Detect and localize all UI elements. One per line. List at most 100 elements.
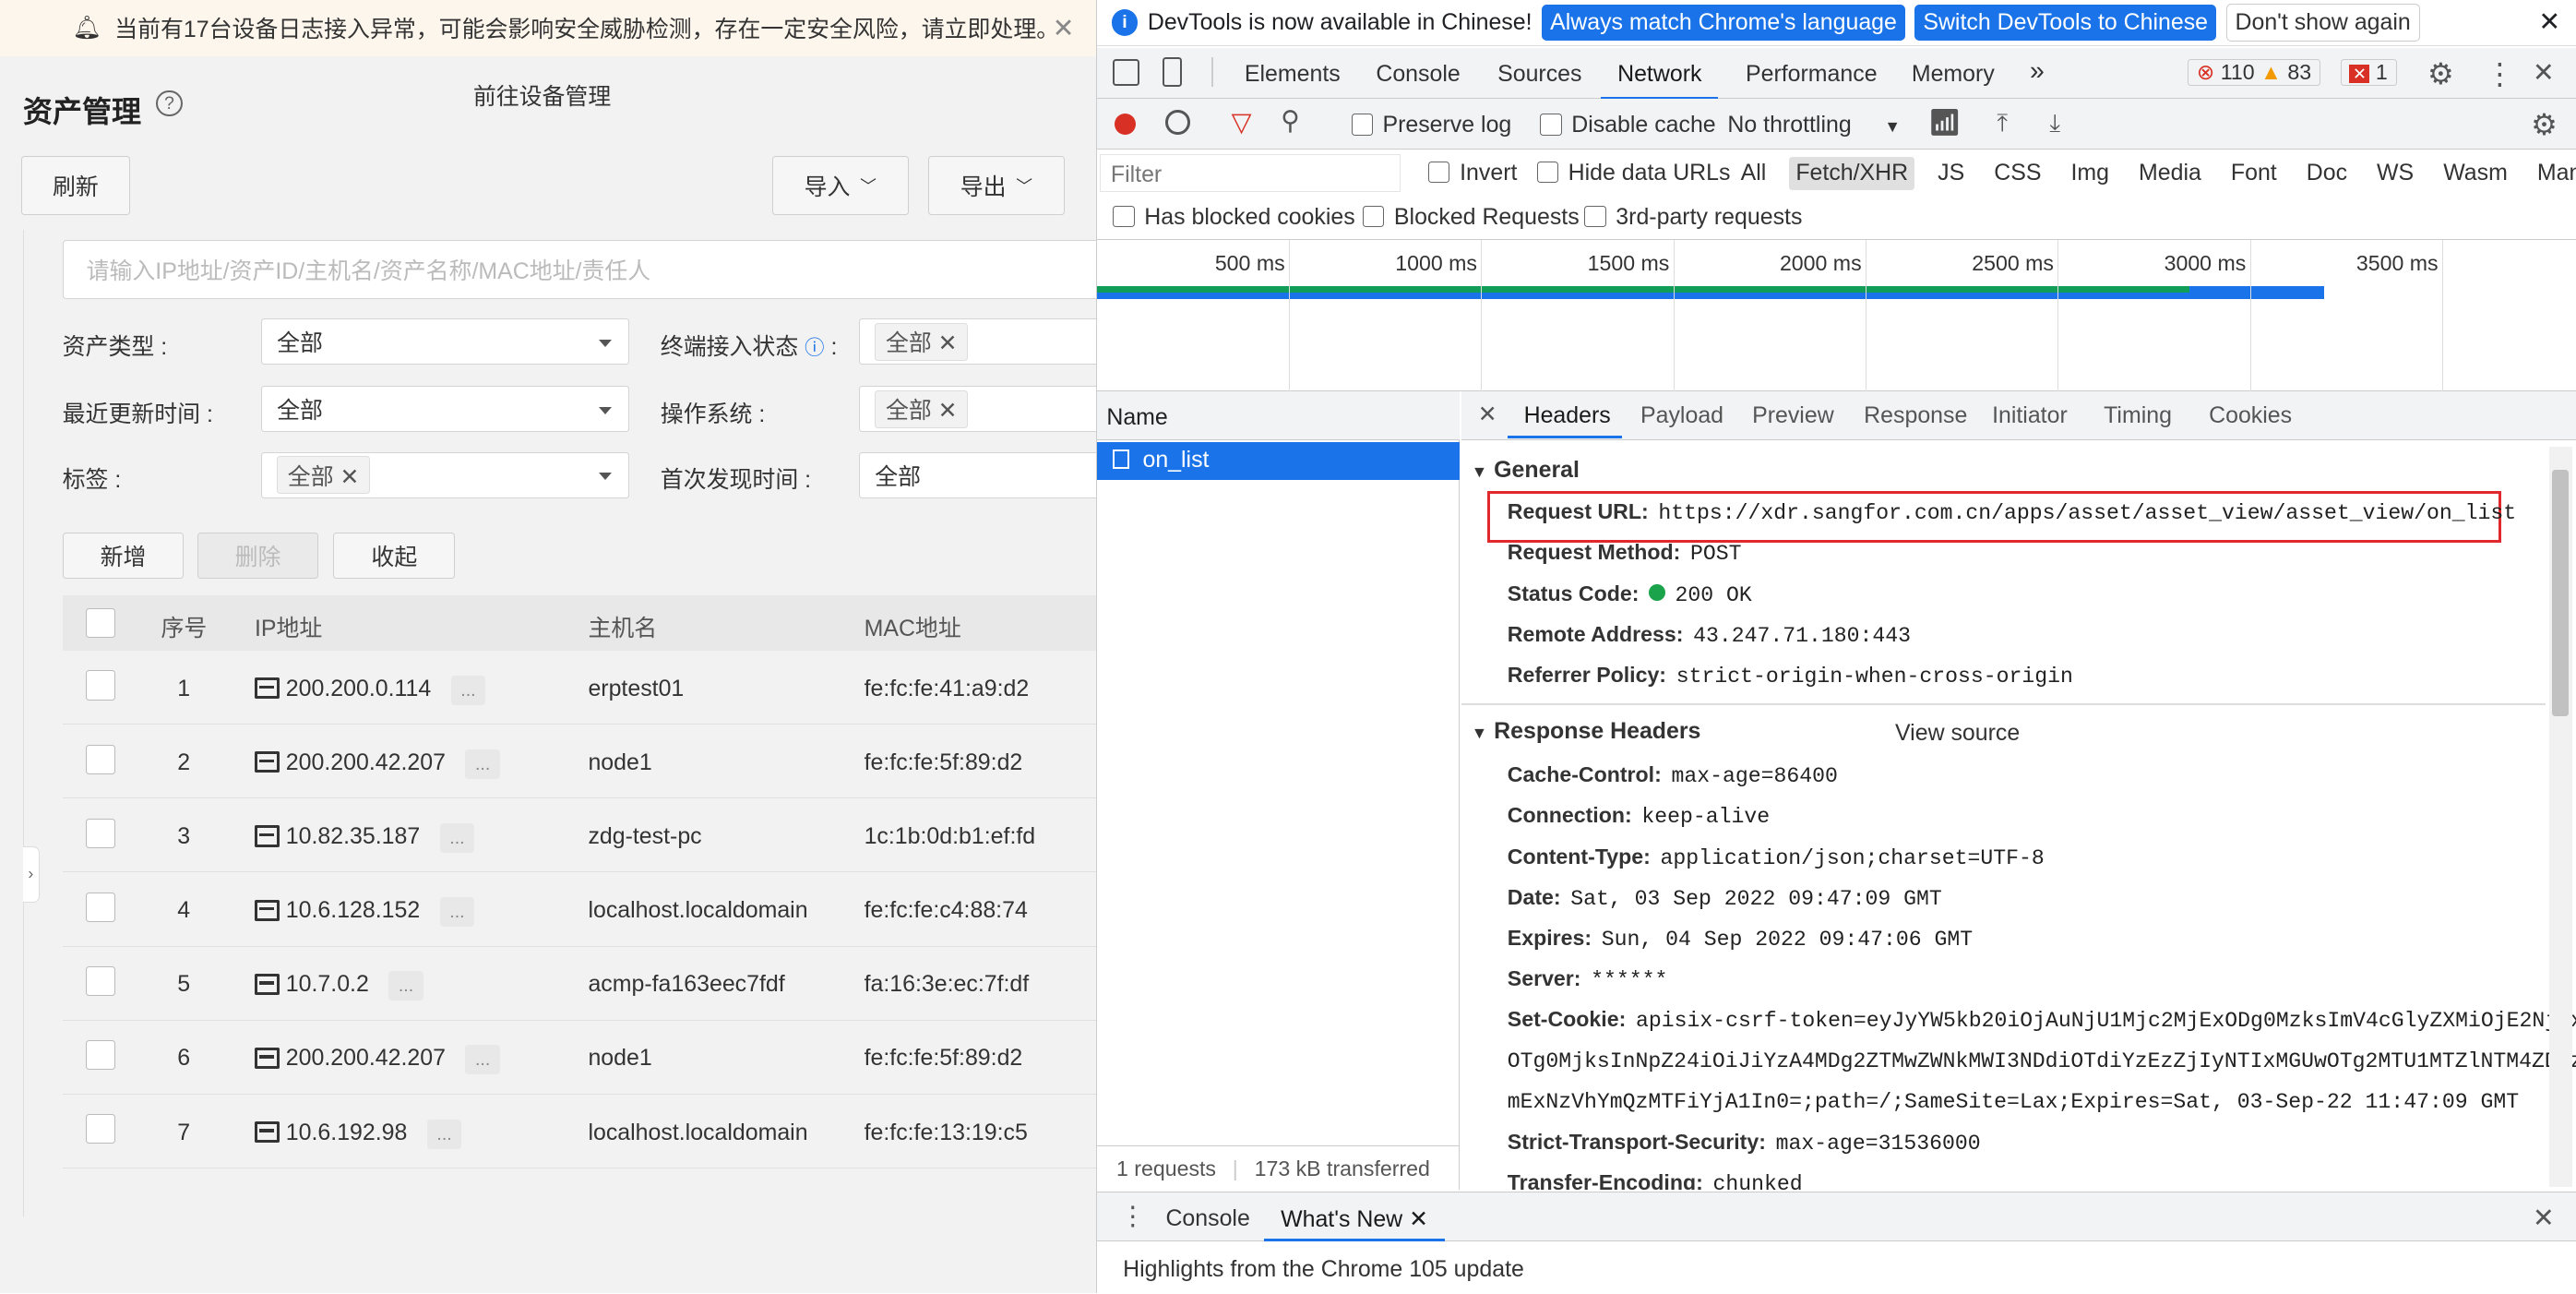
close-devtools-icon[interactable]: ✕ bbox=[2533, 57, 2555, 89]
type-filter-css[interactable]: CSS bbox=[1987, 157, 2047, 190]
detail-tab-headers[interactable]: Headers bbox=[1524, 402, 1611, 429]
search-icon[interactable]: ⚲ bbox=[1281, 105, 1300, 137]
export-button[interactable]: 导出 ﹀ bbox=[928, 156, 1065, 216]
blocked-cookies-checkbox[interactable] bbox=[1113, 206, 1135, 228]
name-column-header[interactable]: Name bbox=[1096, 390, 1461, 441]
type-filter-font[interactable]: Font bbox=[2224, 157, 2284, 190]
remove-tag-icon[interactable]: ✕ bbox=[938, 330, 958, 356]
first-found-select[interactable]: 全部 bbox=[859, 451, 1096, 498]
type-filter-js[interactable]: JS bbox=[1931, 157, 1971, 190]
issues-counter[interactable]: ✕ 1 bbox=[2340, 59, 2397, 87]
drawer-menu-icon[interactable]: ⋮ bbox=[1120, 1201, 1146, 1232]
dont-show-button[interactable]: Don't show again bbox=[2225, 3, 2420, 42]
row-checkbox[interactable] bbox=[85, 1114, 115, 1144]
type-filter-img[interactable]: Img bbox=[2064, 157, 2116, 190]
row-checkbox[interactable] bbox=[85, 818, 115, 848]
more-button[interactable]: ... bbox=[439, 897, 475, 928]
close-drawer-icon[interactable]: ✕ bbox=[2533, 1203, 2555, 1234]
updated-time-select[interactable]: 全部 bbox=[261, 386, 629, 433]
close-icon[interactable]: ✕ bbox=[2538, 6, 2560, 38]
invert-toggle[interactable]: Invert bbox=[1428, 160, 1517, 186]
detail-tab-cookies[interactable]: Cookies bbox=[2209, 402, 2292, 429]
preserve-log-toggle[interactable]: Preserve log bbox=[1351, 112, 1511, 138]
more-button[interactable]: ... bbox=[439, 823, 475, 854]
disable-cache-checkbox[interactable] bbox=[1540, 114, 1562, 136]
device-toolbar-icon[interactable] bbox=[1162, 57, 1183, 88]
info-icon[interactable]: ⓘ bbox=[805, 337, 824, 359]
row-checkbox[interactable] bbox=[85, 965, 115, 996]
type-filter-doc[interactable]: Doc bbox=[2300, 157, 2355, 190]
row-checkbox[interactable] bbox=[85, 670, 115, 701]
match-language-button[interactable]: Always match Chrome's language bbox=[1542, 4, 1905, 42]
request-row-selected[interactable]: on_list bbox=[1096, 441, 1461, 480]
detail-tab-timing[interactable]: Timing bbox=[2104, 402, 2172, 429]
add-button[interactable]: 新增 bbox=[62, 532, 185, 579]
export-har-icon[interactable]: ⤓ bbox=[2049, 109, 2060, 138]
import-button[interactable]: 导入 ﹀ bbox=[771, 156, 909, 216]
import-har-icon[interactable]: ⤒ bbox=[1997, 109, 2008, 138]
type-filter-wasm[interactable]: Wasm bbox=[2437, 157, 2514, 190]
table-row[interactable]: 1 200.200.0.114... erptest01 fe:fc:fe:41:a9… bbox=[62, 651, 1096, 725]
table-row[interactable]: 4 10.6.128.152... localhost.localdomain fe:… bbox=[62, 872, 1096, 947]
tab-console[interactable]: Console bbox=[1376, 61, 1460, 88]
type-filter-fetchxhr[interactable]: Fetch/XHR bbox=[1789, 156, 1915, 190]
table-row[interactable]: 7 10.6.192.98... localhost.localdomain fe:f… bbox=[62, 1095, 1096, 1168]
error-warning-counter[interactable]: ⊗ 110 ▲ 83 bbox=[2187, 59, 2320, 87]
close-details-icon[interactable]: ✕ bbox=[1478, 401, 1497, 428]
throttling-select[interactable]: No throttling ▼ bbox=[1727, 112, 1901, 138]
refresh-button[interactable]: 刷新 bbox=[21, 156, 130, 216]
table-row[interactable]: 2 200.200.42.207... node1 fe:fc:fe:5f:89:d2 bbox=[62, 725, 1096, 799]
drawer-tab-whats-new[interactable]: What's New ✕ bbox=[1281, 1205, 1428, 1233]
drawer-tab-console[interactable]: Console bbox=[1165, 1205, 1249, 1232]
type-filter-manifest[interactable]: Manifest bbox=[2531, 157, 2576, 190]
delete-button[interactable]: 删除 bbox=[197, 532, 319, 579]
table-row[interactable]: 6 200.200.42.207... node1 fe:fc:fe:5f:89:d2 bbox=[62, 1021, 1096, 1095]
close-icon[interactable]: ✕ bbox=[1053, 13, 1075, 44]
detail-tab-payload[interactable]: Payload bbox=[1640, 402, 1723, 429]
row-checkbox[interactable] bbox=[85, 744, 115, 774]
tab-performance[interactable]: Performance bbox=[1746, 61, 1878, 88]
details-scrollbar[interactable] bbox=[2548, 447, 2572, 1187]
row-checkbox[interactable] bbox=[85, 1040, 115, 1071]
preserve-log-checkbox[interactable] bbox=[1351, 114, 1373, 136]
more-button[interactable]: ... bbox=[388, 971, 423, 1001]
remove-tag-icon[interactable]: ✕ bbox=[340, 464, 360, 490]
table-row[interactable]: 3 10.82.35.187... zdg-test-pc 1c:1b:0d:b1:e… bbox=[62, 798, 1096, 873]
more-button[interactable]: ... bbox=[465, 749, 500, 779]
blocked-cookies-toggle[interactable]: Has blocked cookies bbox=[1113, 204, 1355, 231]
more-button[interactable]: ... bbox=[450, 675, 486, 705]
scrollbar-thumb[interactable] bbox=[2552, 470, 2570, 717]
disable-cache-toggle[interactable]: Disable cache bbox=[1540, 112, 1716, 138]
search-input[interactable]: 请输入IP地址/资产ID/主机名/资产名称/MAC地址/责任人 bbox=[62, 239, 1096, 300]
blocked-requests-toggle[interactable]: Blocked Requests bbox=[1363, 204, 1580, 231]
os-select[interactable]: 全部 ✕ bbox=[859, 386, 1096, 433]
asset-type-select[interactable]: 全部 bbox=[261, 318, 629, 365]
close-tab-icon[interactable]: ✕ bbox=[1409, 1206, 1428, 1232]
table-row[interactable]: 5 10.7.0.2... acmp-fa163eec7fdf fa:16:3e:ec… bbox=[62, 947, 1096, 1021]
clear-icon[interactable] bbox=[1165, 110, 1191, 135]
detail-tab-response[interactable]: Response bbox=[1864, 402, 1967, 429]
goto-device-link[interactable]: 前往设备管理 bbox=[473, 78, 611, 112]
network-timeline[interactable]: 500 ms 1000 ms 1500 ms 2000 ms 2500 ms 3000 m… bbox=[1096, 239, 2576, 391]
tab-sources[interactable]: Sources bbox=[1497, 61, 1581, 88]
more-button[interactable]: ... bbox=[426, 1119, 462, 1149]
switch-language-button[interactable]: Switch DevTools to Chinese bbox=[1914, 4, 2216, 42]
collapse-button[interactable]: 收起 bbox=[333, 532, 456, 579]
filter-icon[interactable]: ▽ bbox=[1232, 107, 1252, 138]
view-source-link[interactable]: View source bbox=[1895, 720, 2020, 747]
detail-tab-initiator[interactable]: Initiator bbox=[1992, 402, 2068, 429]
general-section-header[interactable]: ▼ General bbox=[1472, 457, 1580, 484]
terminal-status-select[interactable]: 全部 ✕ bbox=[859, 318, 1096, 365]
tab-memory[interactable]: Memory bbox=[1912, 61, 1995, 88]
settings-gear-icon[interactable]: ⚙ bbox=[2427, 56, 2454, 91]
hide-data-urls-checkbox[interactable] bbox=[1536, 162, 1558, 184]
blocked-requests-checkbox[interactable] bbox=[1363, 206, 1385, 228]
filter-input[interactable]: Filter bbox=[1100, 154, 1401, 193]
kebab-menu-icon[interactable]: ⋮ bbox=[2485, 56, 2514, 91]
more-tabs-icon[interactable]: » bbox=[2030, 56, 2045, 87]
remove-tag-icon[interactable]: ✕ bbox=[938, 398, 958, 424]
tag-select[interactable]: 全部 ✕ bbox=[261, 451, 629, 498]
type-filter-all[interactable]: All bbox=[1735, 157, 1773, 190]
hide-data-urls-toggle[interactable]: Hide data URLs bbox=[1536, 160, 1730, 186]
tab-elements[interactable]: Elements bbox=[1245, 61, 1341, 88]
